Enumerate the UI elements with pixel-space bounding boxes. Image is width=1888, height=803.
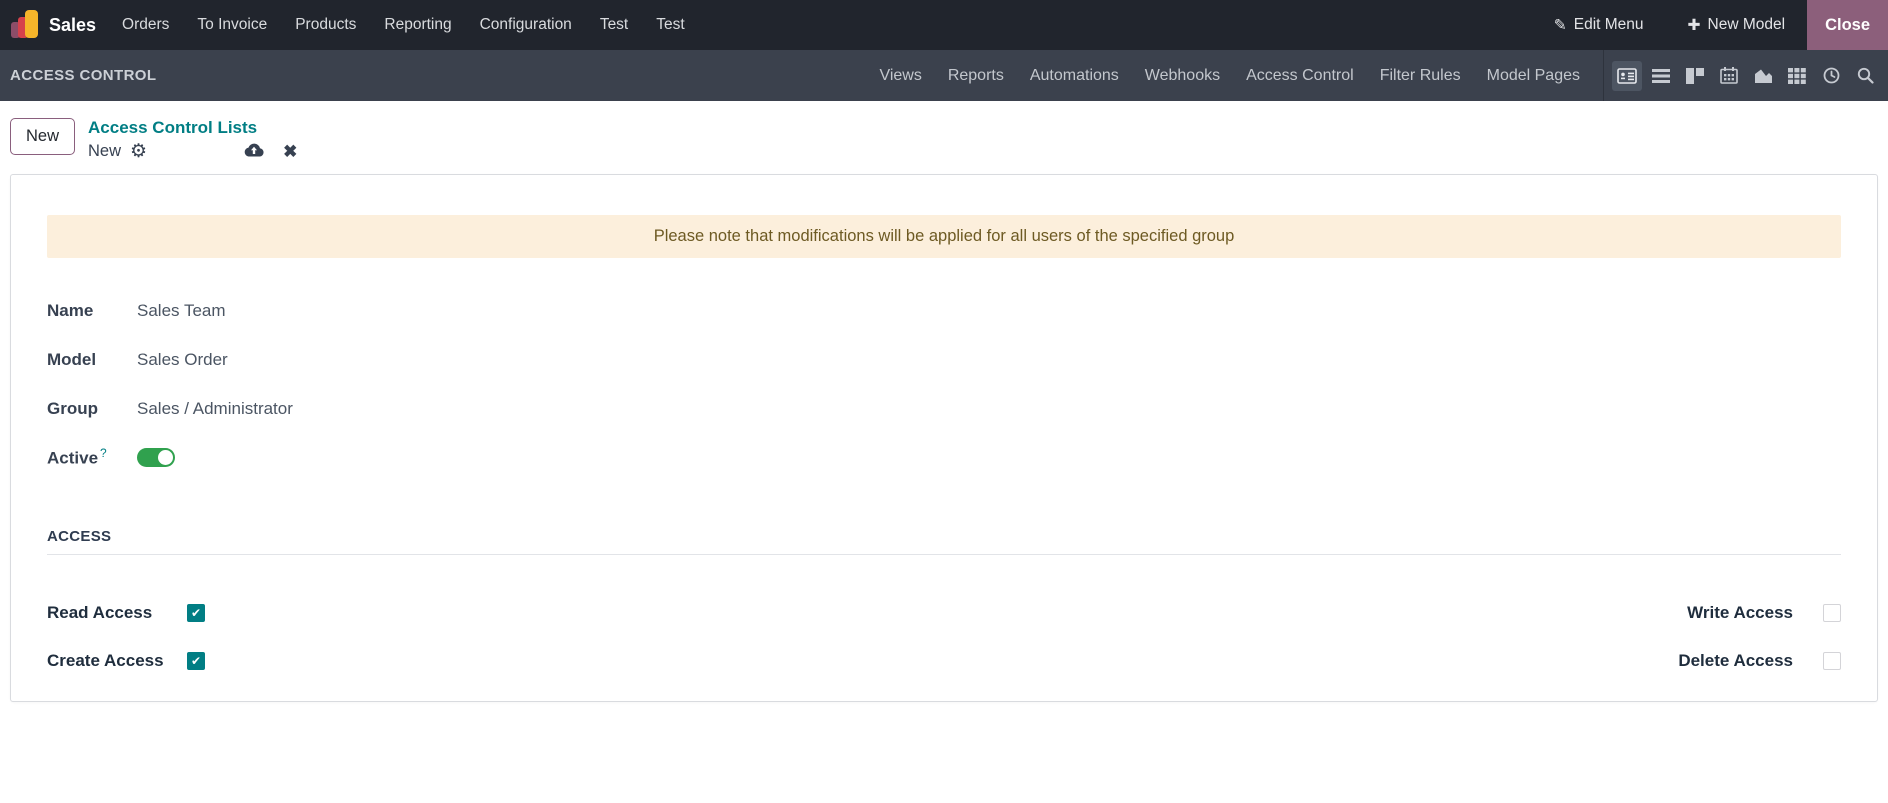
active-label: Active? (47, 446, 107, 468)
view-switcher (1612, 60, 1888, 91)
calendar-view-icon[interactable] (1714, 61, 1744, 91)
sales-app-icon (10, 10, 40, 40)
help-question-icon[interactable]: ? (100, 446, 107, 460)
breadcrumb: Access Control Lists New ⚙ ✖ (88, 118, 297, 162)
discard-x-icon[interactable]: ✖ (283, 142, 297, 162)
active-toggle[interactable] (137, 448, 175, 467)
app-brand[interactable]: Sales (0, 10, 108, 40)
activity-clock-icon[interactable] (1816, 61, 1846, 91)
read-access-label: Read Access (47, 603, 153, 622)
content-area: Please note that modifications will be a… (0, 174, 1888, 702)
field-name: Name Sales Team (47, 286, 1841, 335)
name-value[interactable]: Sales Team (137, 301, 226, 321)
tab-reports[interactable]: Reports (935, 50, 1017, 101)
breadcrumb-current: New (88, 142, 122, 160)
write-access-checkbox[interactable] (1823, 604, 1841, 622)
edit-menu-label: Edit Menu (1573, 16, 1644, 33)
search-icon[interactable] (1850, 61, 1880, 91)
control-bar: ACCESS CONTROL Views Reports Automations… (0, 50, 1888, 101)
save-cloud-icon[interactable] (243, 141, 265, 162)
menu-to-invoice[interactable]: To Invoice (183, 0, 281, 50)
plus-icon: ✚ (1687, 16, 1701, 34)
list-view-icon[interactable] (1646, 61, 1676, 91)
pivot-view-icon[interactable] (1782, 61, 1812, 91)
warning-banner: Please note that modifications will be a… (47, 215, 1841, 258)
graph-view-icon[interactable] (1748, 61, 1778, 91)
menu-products[interactable]: Products (281, 0, 370, 50)
menu-orders[interactable]: Orders (108, 0, 183, 50)
access-row-2: Create Access Delete Access (47, 637, 1841, 685)
tab-views[interactable]: Views (866, 50, 934, 101)
tab-automations[interactable]: Automations (1017, 50, 1132, 101)
navbar-right: ✎ Edit Menu ✚ New Model Close (1532, 0, 1888, 50)
form-view-icon[interactable] (1612, 60, 1642, 91)
tab-model-pages[interactable]: Model Pages (1474, 50, 1593, 101)
top-navbar: Sales Orders To Invoice Products Reporti… (0, 0, 1888, 50)
create-access-checkbox[interactable] (187, 652, 205, 670)
model-value[interactable]: Sales Order (137, 350, 228, 370)
new-model-label: New Model (1707, 16, 1786, 33)
delete-access-checkbox[interactable] (1823, 652, 1841, 670)
menu-reporting[interactable]: Reporting (370, 0, 465, 50)
tab-access-control[interactable]: Access Control (1233, 50, 1367, 101)
read-access-checkbox[interactable] (187, 604, 205, 622)
group-label: Group (47, 398, 98, 418)
field-active: Active? (47, 433, 1841, 482)
create-access-label: Create Access (47, 651, 164, 670)
group-value[interactable]: Sales / Administrator (137, 399, 293, 419)
access-rights-grid: Read Access Write Access Create Access D… (47, 589, 1841, 685)
control-tabs: Views Reports Automations Webhooks Acces… (866, 50, 1593, 101)
menu-test-2[interactable]: Test (642, 0, 698, 50)
section-divider (47, 554, 1841, 555)
tab-filter-rules[interactable]: Filter Rules (1367, 50, 1474, 101)
menu-test-1[interactable]: Test (586, 0, 642, 50)
access-section: ACCESS Read Access Write Access Create A… (47, 528, 1841, 685)
delete-access-label: Delete Access (1678, 651, 1793, 670)
field-group: Group Sales / Administrator (47, 384, 1841, 433)
app-name[interactable]: Sales (49, 15, 96, 36)
access-row-1: Read Access Write Access (47, 589, 1841, 637)
gear-icon[interactable]: ⚙ (130, 142, 147, 161)
page-title: ACCESS CONTROL (10, 67, 157, 84)
pencil-icon: ✎ (1553, 16, 1567, 34)
breadcrumb-area: New Access Control Lists New ⚙ ✖ (0, 101, 1888, 174)
form-sheet: Please note that modifications will be a… (10, 174, 1878, 702)
divider (1603, 50, 1604, 101)
new-record-button[interactable]: New (10, 118, 76, 155)
form-fields: Name Sales Team Model Sales Order Group … (47, 286, 1841, 482)
main-menu: Orders To Invoice Products Reporting Con… (108, 0, 699, 50)
breadcrumb-parent-link[interactable]: Access Control Lists (88, 118, 297, 138)
close-button[interactable]: Close (1807, 0, 1888, 50)
name-label: Name (47, 300, 94, 320)
menu-configuration[interactable]: Configuration (466, 0, 586, 50)
tab-webhooks[interactable]: Webhooks (1132, 50, 1233, 101)
edit-menu-button[interactable]: ✎ Edit Menu (1532, 16, 1666, 35)
write-access-label: Write Access (1687, 603, 1793, 622)
model-label: Model (47, 349, 97, 369)
field-model: Model Sales Order (47, 335, 1841, 384)
kanban-view-icon[interactable] (1680, 61, 1710, 91)
access-section-title: ACCESS (47, 528, 112, 545)
new-model-button[interactable]: ✚ New Model (1666, 16, 1808, 35)
